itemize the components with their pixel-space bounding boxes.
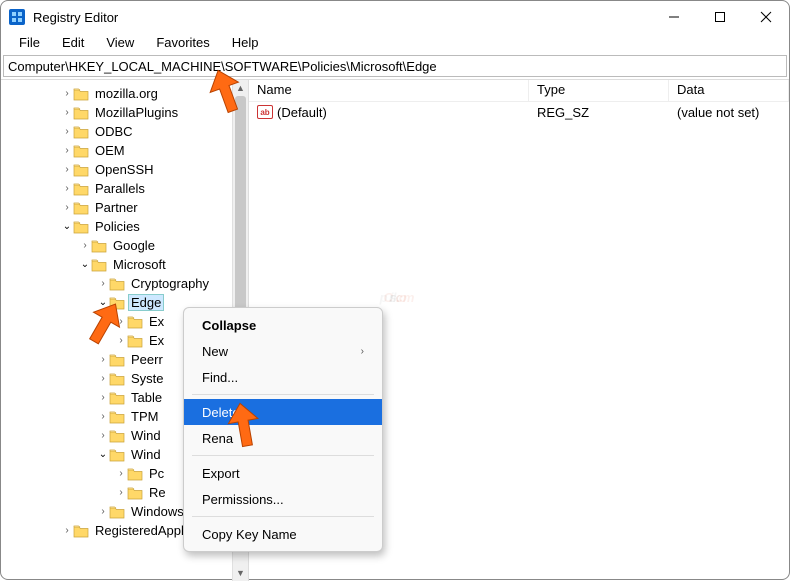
menu-help[interactable]: Help xyxy=(222,33,269,55)
value-name: (Default) xyxy=(277,105,327,120)
tree-item-microsoft[interactable]: ⌄ Microsoft xyxy=(1,255,248,274)
twisty-icon[interactable]: › xyxy=(97,373,109,384)
list-row[interactable]: ab (Default) REG_SZ (value not set) xyxy=(249,102,789,122)
tree-label: TPM xyxy=(129,409,160,424)
twisty-icon[interactable]: › xyxy=(61,202,73,213)
tree-label: OpenSSH xyxy=(93,162,156,177)
minimize-button[interactable] xyxy=(651,1,697,33)
twisty-icon[interactable]: ⌄ xyxy=(61,221,73,232)
twisty-icon[interactable]: › xyxy=(61,164,73,175)
tree-label: Wind xyxy=(129,428,163,443)
tree-label: Ex xyxy=(147,333,166,348)
value-type: REG_SZ xyxy=(529,105,669,120)
tree-label: mozilla.org xyxy=(93,86,160,101)
twisty-icon[interactable]: ⌄ xyxy=(97,297,109,308)
column-name[interactable]: Name xyxy=(249,80,529,101)
tree-label: MozillaPlugins xyxy=(93,105,180,120)
menubar: File Edit View Favorites Help xyxy=(1,33,789,55)
menu-separator xyxy=(192,394,374,395)
tree-item-mozillaplugins[interactable]: › MozillaPlugins xyxy=(1,103,248,122)
menu-separator xyxy=(192,455,374,456)
tree-label: Wind xyxy=(129,447,163,462)
address-path: Computer\HKEY_LOCAL_MACHINE\SOFTWARE\Pol… xyxy=(8,59,437,74)
twisty-icon[interactable]: › xyxy=(97,354,109,365)
context-copy-key-name[interactable]: Copy Key Name xyxy=(184,521,382,547)
value-data: (value not set) xyxy=(669,105,789,120)
twisty-icon[interactable]: › xyxy=(97,392,109,403)
tree-label: Partner xyxy=(93,200,140,215)
main-area: › mozilla.org › MozillaPlugins › ODBC › OEM › Ope… xyxy=(1,79,789,581)
context-menu: CollapseNew›Find... DeleteRena ExportPermi… xyxy=(183,307,383,552)
context-permissions-[interactable]: Permissions... xyxy=(184,486,382,512)
tree-label: Peerr xyxy=(129,352,165,367)
tree-item-oem[interactable]: › OEM xyxy=(1,141,248,160)
tree-label: Table xyxy=(129,390,164,405)
tree-label: Syste xyxy=(129,371,166,386)
menu-favorites[interactable]: Favorites xyxy=(146,33,219,55)
twisty-icon[interactable]: › xyxy=(115,316,127,327)
twisty-icon[interactable]: › xyxy=(61,126,73,137)
column-type[interactable]: Type xyxy=(529,80,669,101)
tree-label: Pc xyxy=(147,466,166,481)
tree-item-mozilla-org[interactable]: › mozilla.org xyxy=(1,84,248,103)
scroll-down-button[interactable]: ▼ xyxy=(233,565,248,581)
window-title: Registry Editor xyxy=(33,10,651,25)
twisty-icon[interactable]: › xyxy=(115,468,127,479)
list-header: Name Type Data xyxy=(249,80,789,102)
titlebar: Registry Editor xyxy=(1,1,789,33)
tree-item-openssh[interactable]: › OpenSSH xyxy=(1,160,248,179)
scroll-up-button[interactable]: ▲ xyxy=(233,80,248,96)
tree-label: Google xyxy=(111,238,157,253)
context-find-[interactable]: Find... xyxy=(184,364,382,390)
tree-label: Microsoft xyxy=(111,257,168,272)
tree-label: ODBC xyxy=(93,124,135,139)
twisty-icon[interactable]: › xyxy=(61,88,73,99)
maximize-button[interactable] xyxy=(697,1,743,33)
menu-separator xyxy=(192,516,374,517)
twisty-icon[interactable]: › xyxy=(97,506,109,517)
address-bar[interactable]: Computer\HKEY_LOCAL_MACHINE\SOFTWARE\Pol… xyxy=(3,55,787,77)
tree-item-odbc[interactable]: › ODBC xyxy=(1,122,248,141)
twisty-icon[interactable]: › xyxy=(115,487,127,498)
twisty-icon[interactable]: › xyxy=(97,278,109,289)
context-new[interactable]: New› xyxy=(184,338,382,364)
context-collapse[interactable]: Collapse xyxy=(184,312,382,338)
twisty-icon[interactable]: › xyxy=(97,430,109,441)
close-button[interactable] xyxy=(743,1,789,33)
twisty-icon[interactable]: › xyxy=(61,525,73,536)
tree-label: Ex xyxy=(147,314,166,329)
tree-item-partner[interactable]: › Partner xyxy=(1,198,248,217)
tree-item-parallels[interactable]: › Parallels xyxy=(1,179,248,198)
tree-item-cryptography[interactable]: › Cryptography xyxy=(1,274,248,293)
menu-file[interactable]: File xyxy=(9,33,50,55)
twisty-icon[interactable]: ⌄ xyxy=(79,259,91,270)
tree-label: Parallels xyxy=(93,181,147,196)
tree-item-google[interactable]: › Google xyxy=(1,236,248,255)
tree-label: Cryptography xyxy=(129,276,211,291)
twisty-icon[interactable]: › xyxy=(61,145,73,156)
context-delete[interactable]: Delete xyxy=(184,399,382,425)
regedit-icon xyxy=(9,9,25,25)
column-data[interactable]: Data xyxy=(669,80,789,101)
string-value-icon: ab xyxy=(257,105,273,119)
submenu-arrow-icon: › xyxy=(361,346,364,357)
context-export[interactable]: Export xyxy=(184,460,382,486)
tree-item-policies[interactable]: ⌄ Policies xyxy=(1,217,248,236)
twisty-icon[interactable]: › xyxy=(97,411,109,422)
tree-label: OEM xyxy=(93,143,127,158)
twisty-icon[interactable]: › xyxy=(79,240,91,251)
context-rena[interactable]: Rena xyxy=(184,425,382,451)
menu-edit[interactable]: Edit xyxy=(52,33,94,55)
twisty-icon[interactable]: ⌄ xyxy=(97,449,109,460)
twisty-icon[interactable]: › xyxy=(61,183,73,194)
twisty-icon[interactable]: › xyxy=(115,335,127,346)
menu-view[interactable]: View xyxy=(96,33,144,55)
twisty-icon[interactable]: › xyxy=(61,107,73,118)
tree-label: Policies xyxy=(93,219,142,234)
tree-label: Re xyxy=(147,485,168,500)
tree-label: Edge xyxy=(129,295,163,310)
